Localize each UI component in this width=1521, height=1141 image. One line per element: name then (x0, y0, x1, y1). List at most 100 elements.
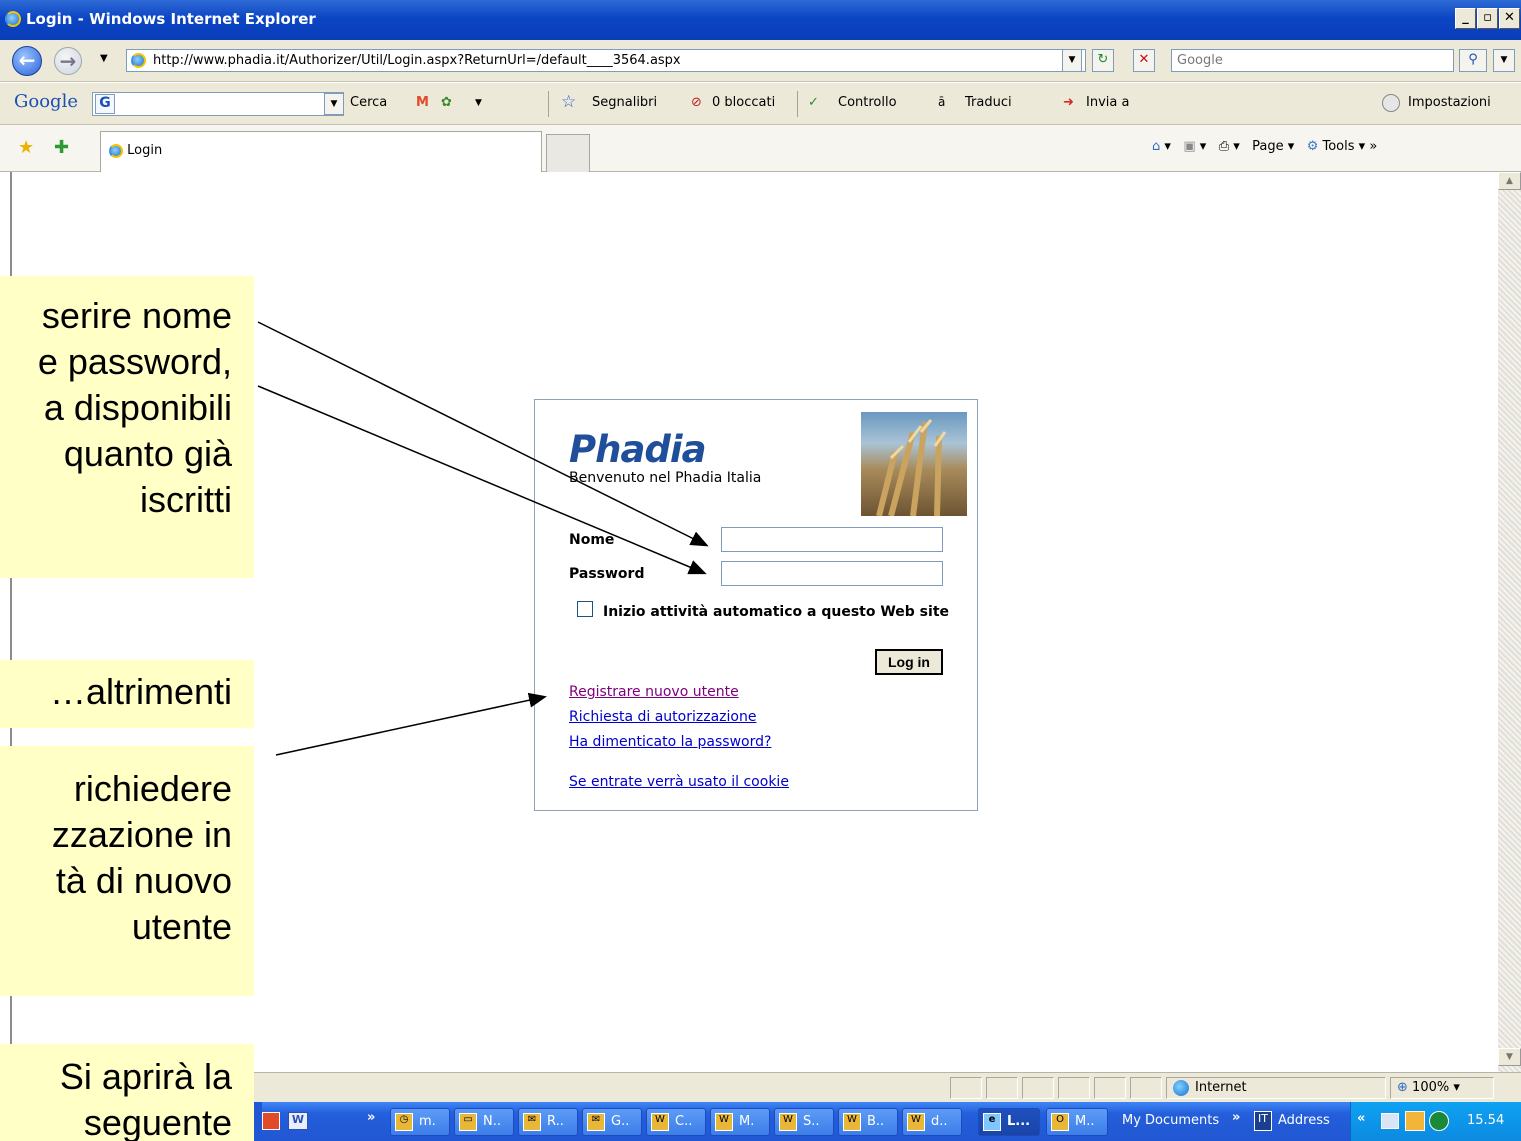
add-favorites-icon[interactable]: ✚ (54, 137, 69, 158)
translate-button[interactable]: Traduci (965, 95, 1012, 110)
scroll-up-arrow[interactable]: ▲ (1498, 172, 1521, 190)
word-doc-icon: W (907, 1113, 925, 1131)
window-title-bar[interactable]: Login - Windows Internet Explorer _ ▫ ✕ (0, 0, 1521, 40)
taskbar-item[interactable]: W B.. (838, 1108, 898, 1136)
feeds-icon[interactable]: ▣ (1183, 139, 1195, 154)
taskbar-item[interactable]: ◷ m. (390, 1108, 450, 1136)
search-input[interactable]: Google (1171, 49, 1454, 72)
taskbar-item[interactable]: Wd.. (902, 1108, 962, 1136)
scroll-down-arrow[interactable]: ▼ (1498, 1048, 1521, 1066)
word-doc-icon: W (843, 1113, 861, 1131)
vertical-scrollbar[interactable]: ▲ ▼ (1498, 172, 1521, 1072)
page-icon (131, 53, 146, 68)
favorites-star-icon[interactable]: ★ (18, 137, 34, 158)
search-options-button[interactable]: ▼ (1493, 49, 1515, 72)
forward-button[interactable]: → (54, 47, 82, 75)
my-documents-toolbar[interactable]: My Documents (1122, 1113, 1219, 1128)
zone-indicator: Internet (1166, 1077, 1386, 1099)
minimize-button[interactable]: _ (1455, 8, 1476, 29)
login-button[interactable]: Log in (875, 649, 943, 675)
more-dropdown-icon[interactable]: ▼ (475, 98, 482, 108)
outlook-icon: O (1051, 1113, 1069, 1131)
home-icon[interactable]: ⌂ (1152, 139, 1160, 154)
taskbar-item-label: m. (419, 1114, 436, 1129)
taskbar-item[interactable]: O M.. (1046, 1108, 1108, 1136)
network-icon[interactable] (1381, 1113, 1399, 1129)
zoom-control[interactable]: ⊕ 100% ▾ (1390, 1077, 1494, 1099)
print-icon[interactable]: ⎙ (1219, 139, 1229, 154)
toolbar-more-icon[interactable]: » (1232, 1110, 1240, 1125)
authorization-link[interactable]: Richiesta di autorizzazione (569, 709, 756, 725)
url-field[interactable]: http://www.phadia.it/Authorizer/Util/Log… (126, 49, 1086, 72)
address-toolbar: ← → ▼ http://www.phadia.it/Authorizer/Ut… (0, 40, 1521, 82)
cerca-button[interactable]: Cerca (350, 95, 387, 110)
taskbar-item-label: R.. (547, 1114, 564, 1129)
google-dropdown-button[interactable]: ▼ (324, 93, 344, 115)
note-line: a disponibili (43, 387, 232, 428)
settings-icon (1382, 94, 1400, 112)
blocked-count[interactable]: 0 bloccati (712, 95, 775, 110)
url-dropdown-button[interactable]: ▼ (1062, 49, 1082, 72)
taskbar-item[interactable]: W M. (710, 1108, 770, 1136)
clock[interactable]: 15.54 (1467, 1113, 1504, 1128)
note-line: Si aprirà la (59, 1056, 232, 1097)
taskbar-item-label: B.. (867, 1114, 885, 1129)
tools-gear-icon[interactable]: ⚙ (1307, 139, 1319, 154)
settings-button[interactable]: Impostazioni (1408, 95, 1491, 110)
search-icon[interactable]: ⚲ (1459, 49, 1487, 72)
close-window-button[interactable]: ✕ (1499, 8, 1520, 29)
tray-expand-icon[interactable]: « (1357, 1111, 1365, 1126)
taskbar-item-label: N.. (483, 1114, 501, 1129)
puzzle-icon[interactable]: ✿ (441, 95, 452, 110)
stop-button[interactable]: ✕ (1133, 49, 1155, 72)
taskbar-item[interactable]: ✉ R.. (518, 1108, 578, 1136)
note-login-instructions: serire nome e password, a disponibili qu… (0, 276, 254, 578)
back-button[interactable]: ← (12, 46, 42, 76)
tray-app-icon[interactable] (1405, 1111, 1425, 1131)
page-menu[interactable]: Page (1252, 139, 1283, 154)
spellcheck-button[interactable]: Controllo (838, 95, 897, 110)
note-line: e password, (37, 341, 232, 382)
taskbar-item[interactable]: W C.. (646, 1108, 706, 1136)
new-tab-button[interactable] (546, 134, 590, 172)
zoom-level: 100% (1412, 1080, 1450, 1095)
google-search-field[interactable]: G (92, 92, 344, 116)
address-toolbar-label[interactable]: Address (1278, 1113, 1330, 1128)
tray-monitor-icon[interactable] (1429, 1111, 1449, 1131)
taskbar-item[interactable]: ✉ G.. (582, 1108, 642, 1136)
send-to-button[interactable]: Invia a (1086, 95, 1129, 110)
taskbar-item[interactable]: W S.. (774, 1108, 834, 1136)
name-label: Nome (569, 532, 615, 548)
tools-menu[interactable]: Tools (1323, 139, 1355, 154)
register-link[interactable]: Registrare nuovo utente (569, 684, 739, 700)
folder-icon: ▭ (459, 1113, 477, 1131)
name-input[interactable] (721, 527, 943, 552)
taskbar-item[interactable]: ▭ N.. (454, 1108, 514, 1136)
password-input[interactable] (721, 561, 943, 586)
maximize-button[interactable]: ▫ (1477, 8, 1498, 29)
quicklaunch-word-icon[interactable]: W (288, 1112, 308, 1130)
gmail-icon[interactable]: M (416, 95, 429, 110)
quicklaunch-more-icon[interactable]: » (367, 1110, 375, 1125)
refresh-button[interactable]: ↻ (1092, 49, 1114, 72)
translate-icon: ā (938, 95, 946, 109)
tab-login[interactable]: Login (100, 131, 542, 172)
window-title: Login - Windows Internet Explorer (26, 10, 316, 28)
note-line: quanto già (63, 433, 232, 474)
taskbar-item-active[interactable]: e L... (978, 1108, 1040, 1136)
word-doc-icon: W (715, 1113, 733, 1131)
spellcheck-icon: ✓ (808, 95, 819, 110)
remember-checkbox[interactable] (577, 601, 593, 617)
address-toolbar-icon: IT (1254, 1111, 1272, 1131)
quicklaunch-outlook-icon[interactable] (262, 1112, 280, 1130)
zoom-icon: ⊕ (1397, 1080, 1408, 1095)
cookie-link[interactable]: Se entrate verrà usato il cookie (569, 774, 789, 790)
google-g-icon: G (95, 94, 115, 114)
forgot-password-link[interactable]: Ha dimenticato la password? (569, 734, 771, 750)
send-icon: ➜ (1063, 95, 1074, 110)
bookmarks-button[interactable]: Segnalibri (592, 95, 657, 110)
popup-blocker-icon: ⊘ (691, 95, 702, 110)
system-tray: « 15.54 (1350, 1102, 1521, 1141)
history-dropdown-icon[interactable]: ▼ (100, 53, 108, 64)
phadia-logo: Phadia (569, 428, 707, 471)
